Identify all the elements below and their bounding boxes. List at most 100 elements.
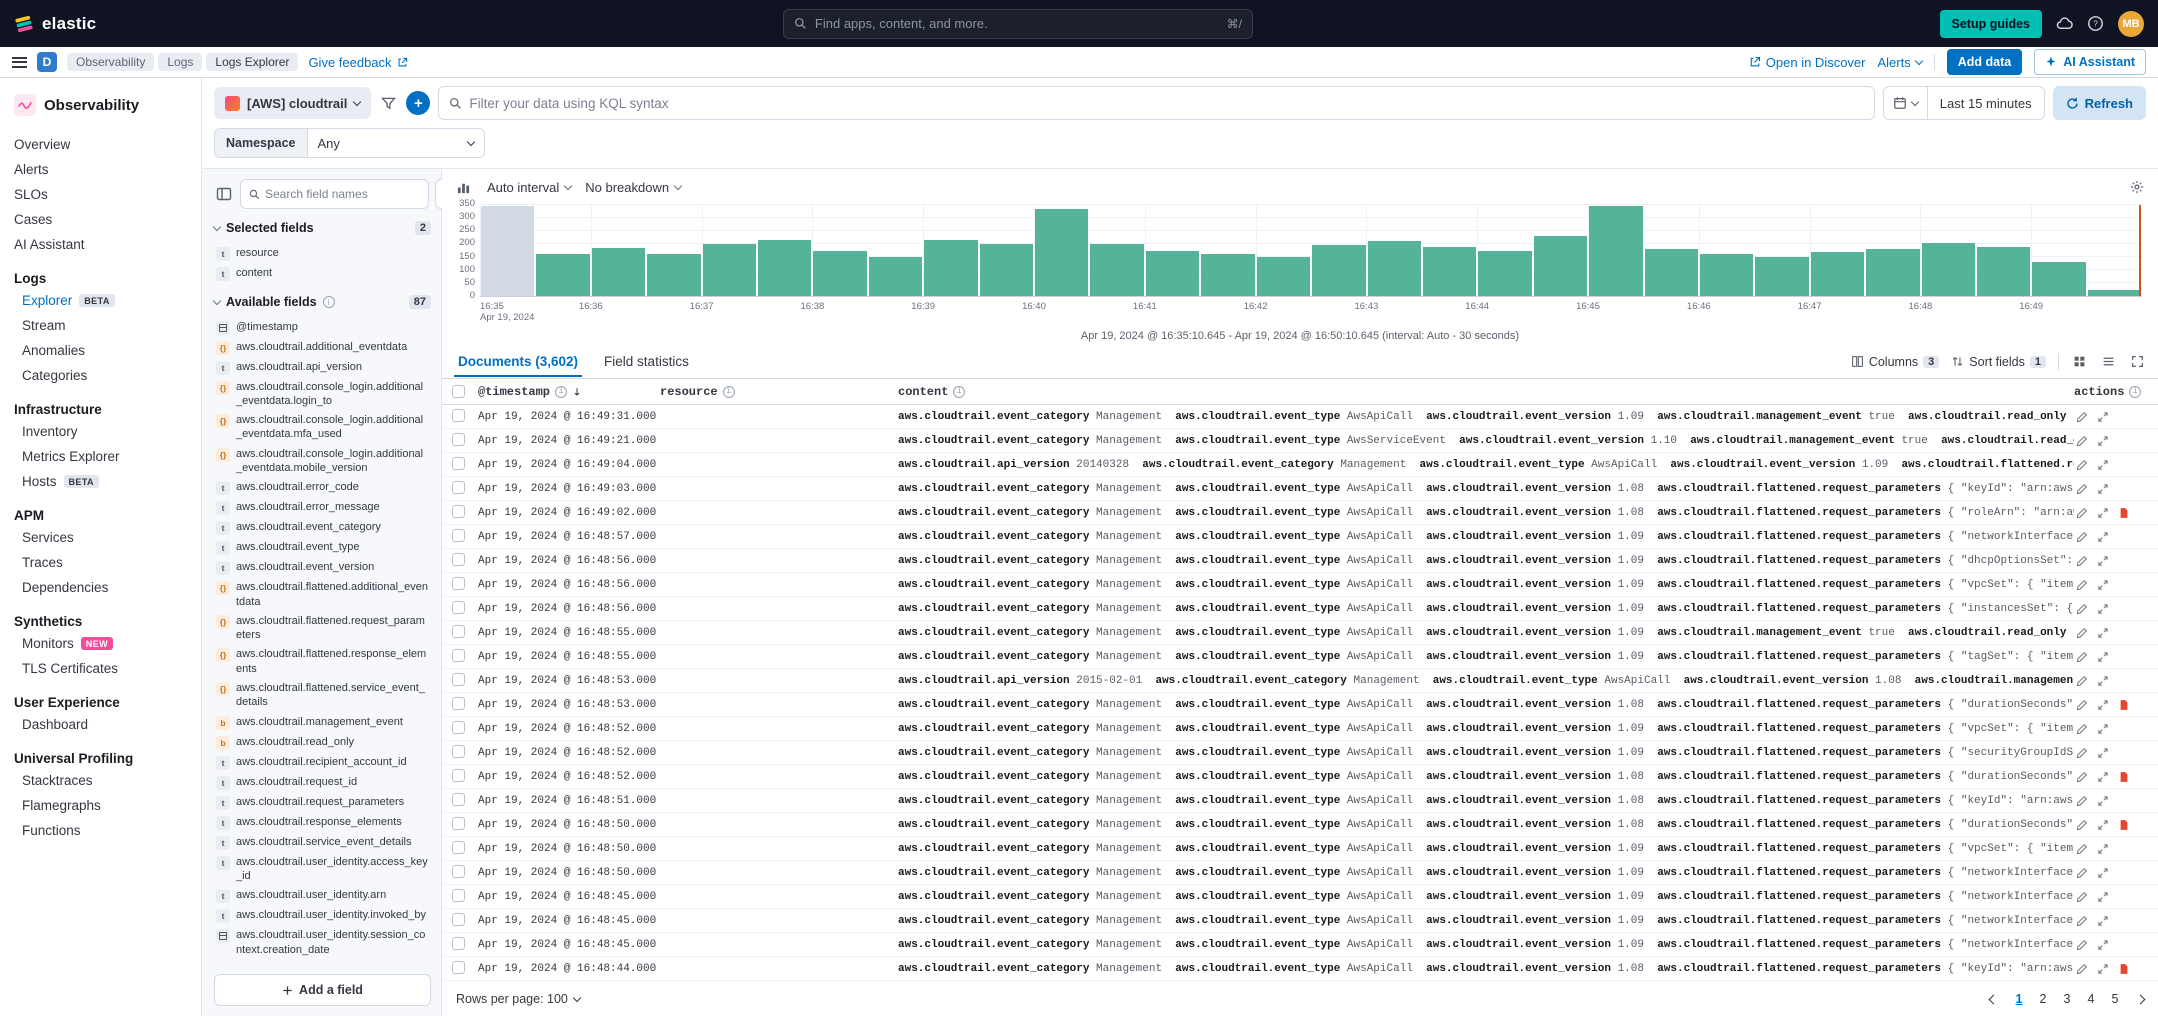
- row-checkbox[interactable]: [452, 577, 465, 590]
- field-item-aws-cloudtrail-user-identity-access-key-id[interactable]: taws.cloudtrail.user_identity.access_key…: [214, 852, 431, 886]
- histogram-bar[interactable]: [592, 248, 645, 296]
- histogram-bar[interactable]: [1090, 244, 1143, 296]
- field-item-aws-cloudtrail-flattened-additional-eventdata[interactable]: {}aws.cloudtrail.flattened.additional_ev…: [214, 578, 431, 612]
- table-row[interactable]: Apr 19, 2024 @ 16:48:55.000aws.cloudtrai…: [442, 645, 2158, 669]
- namespace-value[interactable]: Any: [308, 129, 484, 157]
- row-checkbox[interactable]: [452, 601, 465, 614]
- open-in-discover-link[interactable]: Open in Discover: [1749, 55, 1866, 70]
- edit-icon[interactable]: [2076, 867, 2088, 879]
- edit-icon[interactable]: [2076, 627, 2088, 639]
- table-row[interactable]: Apr 19, 2024 @ 16:48:53.000aws.cloudtrai…: [442, 693, 2158, 717]
- kql-search-bar[interactable]: [438, 86, 1874, 120]
- elastic-logo[interactable]: elastic: [14, 14, 96, 34]
- setup-guides-button[interactable]: Setup guides: [1940, 10, 2042, 38]
- namespace-select[interactable]: Namespace Any: [214, 128, 485, 158]
- field-item-aws-cloudtrail-console-login-additional-eventdata-mfa-used[interactable]: {}aws.cloudtrail.console_login.additiona…: [214, 411, 431, 445]
- histogram-bar[interactable]: [1478, 251, 1531, 296]
- sidebar-item-overview[interactable]: Overview: [14, 132, 187, 157]
- row-checkbox[interactable]: [452, 409, 465, 422]
- field-item-aws-cloudtrail-service-event-details[interactable]: taws.cloudtrail.service_event_details: [214, 832, 431, 852]
- field-item-aws-cloudtrail-flattened-request-parameters[interactable]: {}aws.cloudtrail.flattened.request_param…: [214, 611, 431, 645]
- sidebar-item-stacktraces[interactable]: Stacktraces: [14, 768, 187, 793]
- row-checkbox[interactable]: [452, 769, 465, 782]
- expand-row-icon[interactable]: [2097, 891, 2109, 903]
- available-fields-header[interactable]: Available fields i 87: [214, 295, 431, 309]
- expand-row-icon[interactable]: [2097, 843, 2109, 855]
- expand-row-icon[interactable]: [2097, 531, 2109, 543]
- histogram-bar[interactable]: [1811, 252, 1864, 296]
- table-row[interactable]: Apr 19, 2024 @ 16:48:51.000aws.cloudtrai…: [442, 789, 2158, 813]
- column-header-resource[interactable]: resource i: [660, 385, 898, 399]
- sidebar-item-inventory[interactable]: Inventory: [14, 419, 187, 444]
- histogram-bar[interactable]: [1423, 247, 1476, 296]
- edit-icon[interactable]: [2076, 531, 2088, 543]
- expand-row-icon[interactable]: [2097, 699, 2109, 711]
- sidebar-item-categories[interactable]: Categories: [14, 363, 187, 388]
- tab-field-statistics[interactable]: Field statistics: [600, 346, 693, 377]
- edit-icon[interactable]: [2076, 483, 2088, 495]
- histogram-bar[interactable]: [924, 240, 977, 296]
- sort-fields-button[interactable]: Sort fields 1: [1951, 355, 2046, 369]
- row-checkbox[interactable]: [452, 433, 465, 446]
- field-item-aws-cloudtrail-response-elements[interactable]: taws.cloudtrail.response_elements: [214, 812, 431, 832]
- expand-row-icon[interactable]: [2097, 411, 2109, 423]
- histogram-bar[interactable]: [1201, 254, 1254, 296]
- field-item-aws-cloudtrail-additional-eventdata[interactable]: {}aws.cloudtrail.additional_eventdata: [214, 337, 431, 357]
- table-row[interactable]: Apr 19, 2024 @ 16:48:45.000aws.cloudtrai…: [442, 909, 2158, 933]
- chart-options-icon[interactable]: [2128, 178, 2146, 196]
- field-item-aws-cloudtrail-event-version[interactable]: taws.cloudtrail.event_version: [214, 558, 431, 578]
- page-2[interactable]: 2: [2032, 988, 2054, 1010]
- edit-icon[interactable]: [2076, 795, 2088, 807]
- field-item-aws-cloudtrail-event-category[interactable]: taws.cloudtrail.event_category: [214, 518, 431, 538]
- histogram-bar[interactable]: [647, 254, 700, 296]
- row-checkbox[interactable]: [452, 481, 465, 494]
- edit-icon[interactable]: [2076, 939, 2088, 951]
- expand-row-icon[interactable]: [2097, 627, 2109, 639]
- edit-icon[interactable]: [2076, 963, 2088, 975]
- field-item-resource[interactable]: tresource: [214, 243, 431, 263]
- deployment-badge[interactable]: D: [37, 52, 57, 72]
- sidebar-item-ai-assistant[interactable]: AI Assistant: [14, 232, 187, 257]
- table-row[interactable]: Apr 19, 2024 @ 16:48:56.000aws.cloudtrai…: [442, 549, 2158, 573]
- histogram-bar[interactable]: [1035, 209, 1088, 296]
- field-item-aws-cloudtrail-console-login-additional-eventdata-login-to[interactable]: {}aws.cloudtrail.console_login.additiona…: [214, 377, 431, 411]
- histogram-bar[interactable]: [703, 244, 756, 296]
- histogram-bar[interactable]: [758, 240, 811, 296]
- histogram-bar[interactable]: [1534, 236, 1587, 296]
- table-row[interactable]: Apr 19, 2024 @ 16:48:50.000aws.cloudtrai…: [442, 813, 2158, 837]
- histogram-bar[interactable]: [1922, 243, 1975, 296]
- table-row[interactable]: Apr 19, 2024 @ 16:48:45.000aws.cloudtrai…: [442, 885, 2158, 909]
- histogram-bar[interactable]: [1645, 249, 1698, 296]
- field-item-timestamp[interactable]: @timestamp: [214, 317, 431, 337]
- field-item-aws-cloudtrail-read-only[interactable]: baws.cloudtrail.read_only: [214, 732, 431, 752]
- sidebar-item-traces[interactable]: Traces: [14, 550, 187, 575]
- sidebar-item-tls-certificates[interactable]: TLS Certificates: [14, 656, 187, 681]
- sidebar-item-functions[interactable]: Functions: [14, 818, 187, 843]
- sidebar-item-hosts[interactable]: HostsBETA: [14, 469, 187, 494]
- sidebar-item-cases[interactable]: Cases: [14, 207, 187, 232]
- help-icon[interactable]: ?: [2087, 15, 2104, 32]
- sidebar-item-monitors[interactable]: MonitorsNEW: [14, 631, 187, 656]
- dataset-selector[interactable]: [AWS] cloudtrail: [214, 87, 371, 119]
- field-item-aws-cloudtrail-api-version[interactable]: taws.cloudtrail.api_version: [214, 357, 431, 377]
- next-page-icon[interactable]: [2136, 994, 2146, 1004]
- edit-icon[interactable]: [2076, 723, 2088, 735]
- row-checkbox[interactable]: [452, 649, 465, 662]
- table-row[interactable]: Apr 19, 2024 @ 16:48:56.000aws.cloudtrai…: [442, 573, 2158, 597]
- give-feedback-link[interactable]: Give feedback: [308, 55, 407, 70]
- column-header-timestamp[interactable]: @timestamp i: [478, 385, 660, 399]
- tab-documents[interactable]: Documents (3,602): [454, 346, 582, 377]
- edit-icon[interactable]: [2076, 555, 2088, 567]
- cloud-icon[interactable]: [2056, 15, 2073, 32]
- sidebar-item-anomalies[interactable]: Anomalies: [14, 338, 187, 363]
- select-all-checkbox[interactable]: [452, 385, 465, 398]
- fullscreen-icon[interactable]: [2129, 353, 2146, 370]
- histogram-bar[interactable]: [1312, 245, 1365, 296]
- table-row[interactable]: Apr 19, 2024 @ 16:49:21.000aws.cloudtrai…: [442, 429, 2158, 453]
- expand-row-icon[interactable]: [2097, 651, 2109, 663]
- histogram-bar[interactable]: [1257, 257, 1310, 296]
- histogram-bar[interactable]: [813, 251, 866, 297]
- selected-fields-header[interactable]: Selected fields 2: [214, 221, 431, 235]
- edit-icon[interactable]: [2076, 747, 2088, 759]
- page-1[interactable]: 1: [2008, 988, 2030, 1010]
